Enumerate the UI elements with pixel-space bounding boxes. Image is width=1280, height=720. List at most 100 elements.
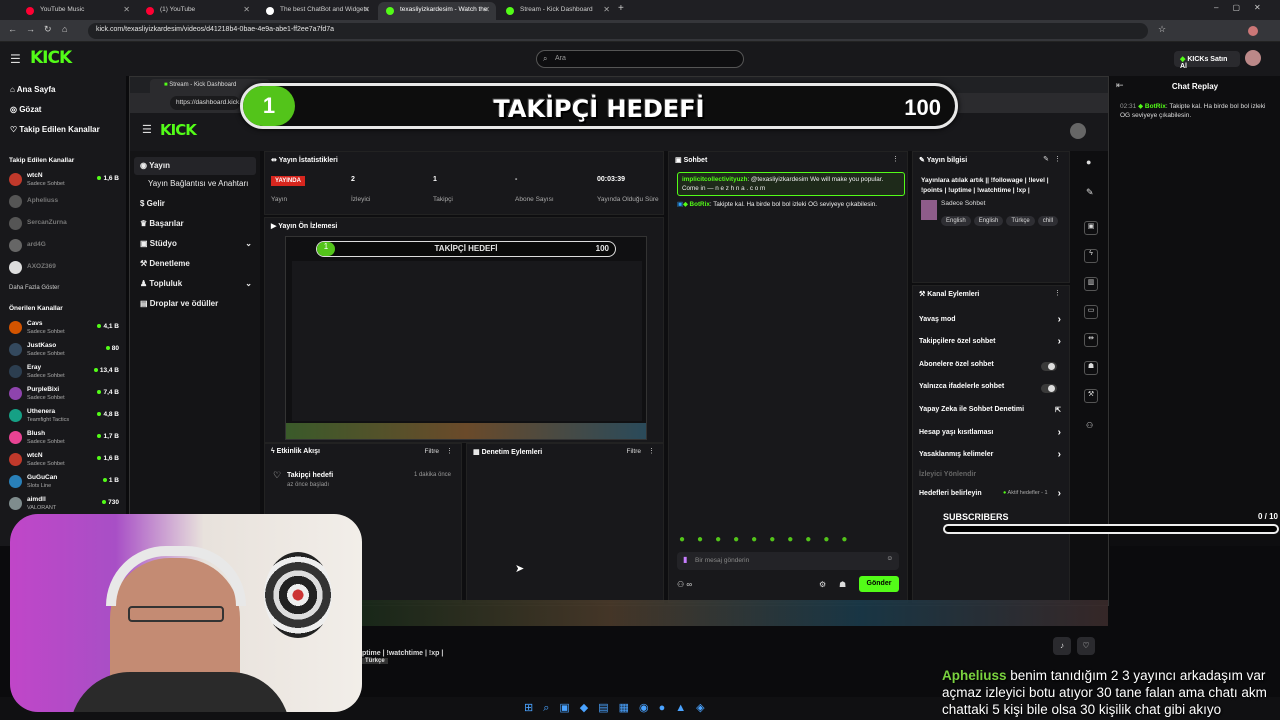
- channel-item[interactable]: Eray Sadece Sohbet 13,4 B: [9, 362, 121, 382]
- back-icon[interactable]: ←: [8, 24, 17, 34]
- browser-tab-active[interactable]: texasliyizkardesim - Watch the ✕: [378, 2, 496, 20]
- channel-item[interactable]: wtcN Sadece Sohbet 1,6 B: [9, 170, 121, 190]
- channel-item[interactable]: aimdll VALORANT 730: [9, 494, 121, 514]
- action-subscribers-only[interactable]: Abonelere özel sohbet: [913, 361, 1067, 383]
- channel-item[interactable]: AXOZ369: [9, 258, 121, 278]
- show-more-link[interactable]: Daha Fazla Göster: [9, 285, 59, 291]
- action-goals[interactable]: Hedefleri belirleyin ● Aktif hedefler - 1…: [913, 488, 1067, 512]
- close-icon[interactable]: ✕: [243, 5, 250, 14]
- bolt-icon[interactable]: ϟ: [1084, 249, 1098, 263]
- toggle-switch[interactable]: [1041, 384, 1057, 393]
- url-field[interactable]: kick.com/texasliyizkardesim/videos/d4121…: [88, 23, 1148, 39]
- filter-button[interactable]: Filtre: [425, 448, 439, 455]
- channel-item[interactable]: SercanZurna: [9, 214, 121, 234]
- nav-studio[interactable]: ▣ Stüdyo ⌄: [140, 239, 252, 248]
- bot-icon[interactable]: ☗: [839, 580, 846, 589]
- browser-tab[interactable]: Stream - Kick Dashboard ✕: [498, 2, 616, 20]
- action-emote-only[interactable]: Yalnızca ifadelerle sohbet: [913, 383, 1067, 405]
- emoji-icon[interactable]: ☺: [886, 555, 893, 562]
- buy-kicks-button[interactable]: ◆ KICKs Satın Al: [1174, 51, 1240, 70]
- channel-item[interactable]: PurpleBixi Sadece Sohbet 7,4 B: [9, 384, 121, 404]
- menu-icon[interactable]: ☰: [142, 123, 152, 136]
- browser-tab[interactable]: The best ChatBot and Widgets ✕: [258, 2, 376, 20]
- action-account-age[interactable]: Hesap yaşı kısıtlaması ›: [913, 427, 1067, 451]
- window-controls-icon[interactable]: –▢✕: [1214, 3, 1275, 12]
- home-icon[interactable]: ⌂: [62, 24, 67, 34]
- sidebar-item-home[interactable]: ⌂ Ana Sayfa: [10, 85, 55, 94]
- channel-item[interactable]: Blush Sadece Sohbet 1,7 B: [9, 428, 121, 448]
- chat-input[interactable]: ▮ Bir mesaj gönderin ☺: [677, 552, 899, 570]
- sidebar-item-following[interactable]: ♡ Takip Edilen Kanallar: [10, 125, 100, 134]
- nav-stream-key[interactable]: Yayın Bağlantısı ve Anahtarı: [148, 179, 248, 188]
- more-icon[interactable]: ⋮: [1054, 289, 1061, 297]
- message-user[interactable]: BotRix: [690, 201, 710, 208]
- tag[interactable]: chill: [1037, 216, 1059, 226]
- nav-achievements[interactable]: ♛ Başarılar: [140, 219, 184, 228]
- close-icon[interactable]: ✕: [603, 5, 610, 14]
- chat-icon[interactable]: ▭: [1084, 305, 1098, 319]
- more-icon[interactable]: ⋮: [892, 155, 899, 163]
- close-icon[interactable]: ✕: [483, 5, 490, 14]
- new-tab-icon[interactable]: +: [618, 3, 624, 14]
- users-icon[interactable]: ⚇ ∞: [677, 580, 692, 589]
- user-avatar[interactable]: [1245, 50, 1261, 66]
- forward-icon[interactable]: →: [26, 24, 35, 34]
- search-input[interactable]: ⌕ Ara: [536, 50, 744, 68]
- action-followers-only[interactable]: Takipçilere özel sohbet ›: [913, 336, 1067, 360]
- reload-icon[interactable]: ↻: [44, 24, 52, 35]
- channel-item[interactable]: GuGuCan Slots Line 1 B: [9, 472, 121, 492]
- filter-button[interactable]: Filtre: [627, 448, 641, 455]
- profile-avatar[interactable]: [1248, 26, 1258, 36]
- send-button[interactable]: Gönder: [859, 576, 899, 592]
- action-banned-words[interactable]: Yasaklanmış kelimeler ›: [913, 449, 1067, 473]
- menu-icon[interactable]: ☰: [10, 52, 21, 66]
- tag[interactable]: Türkçe: [1006, 216, 1035, 226]
- channel-item[interactable]: Uthenera Teamfight Tactics 4,8 B: [9, 406, 121, 426]
- more-icon[interactable]: ⋮: [446, 447, 453, 455]
- channel-item[interactable]: Cavs Sadece Sohbet 4,1 B: [9, 318, 121, 338]
- message-user[interactable]: implicitcollectivityuzh: [682, 176, 747, 183]
- taskbar-apps-icon[interactable]: ⊞⌕▣◆▤▦◉●▲◈: [524, 701, 715, 715]
- close-icon[interactable]: ✕: [123, 5, 130, 14]
- nav-drops[interactable]: ▤ Droplar ve ödüller: [140, 299, 218, 308]
- nav-revenue[interactable]: $ Gelir: [140, 199, 165, 208]
- kick-logo[interactable]: KICK: [30, 48, 72, 68]
- layout-icon[interactable]: ▣: [1084, 221, 1098, 235]
- edit-icon[interactable]: ✎: [1043, 155, 1049, 163]
- user-avatar[interactable]: [1070, 123, 1086, 139]
- bot-icon[interactable]: ☗: [1084, 361, 1098, 375]
- pencil-icon[interactable]: ✎: [1086, 187, 1094, 198]
- channel-item[interactable]: wtcN Sadece Sohbet 1,6 B: [9, 450, 121, 470]
- channel-item[interactable]: Apheliuss: [9, 192, 121, 212]
- toggle-switch[interactable]: [1041, 362, 1057, 371]
- preview-video[interactable]: 1 TAKİPÇİ HEDEFİ 100: [285, 236, 647, 440]
- sidebar-item-browse[interactable]: ◎ Gözat: [10, 105, 41, 114]
- info-icon[interactable]: ●: [1086, 157, 1091, 167]
- settings-icon[interactable]: ⚙: [819, 580, 826, 589]
- channel-item[interactable]: JustKaso Sadece Sohbet 80: [9, 340, 121, 360]
- action-ai-moderation[interactable]: Yapay Zeka ile Sohbet Denetimi ⇱: [913, 406, 1067, 428]
- browser-tab[interactable]: YouTube Music ✕: [18, 2, 136, 20]
- tag[interactable]: English: [973, 216, 1004, 226]
- nav-community[interactable]: ♟ Topluluk ⌄: [140, 279, 252, 288]
- share-icon[interactable]: ⚇: [1086, 421, 1093, 430]
- bell-icon[interactable]: ♪: [1053, 637, 1071, 655]
- nav-stream[interactable]: ◉ Yayın: [134, 157, 256, 175]
- more-icon[interactable]: ⋮: [648, 447, 655, 455]
- star-icon[interactable]: ☆: [1158, 24, 1166, 35]
- channel-item[interactable]: ard4G: [9, 236, 121, 256]
- emote-bar[interactable]: ●●●●●●●●●●: [679, 534, 899, 545]
- action-slow-mode[interactable]: Yavaş mod ›: [913, 314, 1067, 338]
- browser-tab[interactable]: (1) YouTube ✕: [138, 2, 256, 20]
- trash-icon[interactable]: ▥: [1084, 277, 1098, 291]
- nav-moderation[interactable]: ⚒ Denetleme: [140, 259, 190, 268]
- message-user[interactable]: BotRix: [1145, 103, 1166, 110]
- tag[interactable]: English: [941, 216, 971, 226]
- heart-icon[interactable]: ♡: [1077, 637, 1095, 655]
- wrench-icon[interactable]: ⚒: [1084, 389, 1098, 403]
- kick-logo[interactable]: KICK: [160, 121, 197, 139]
- more-icon[interactable]: ⋮: [1054, 155, 1061, 163]
- close-icon[interactable]: ✕: [363, 5, 370, 14]
- sliders-icon[interactable]: ⇹: [1084, 333, 1098, 347]
- inner-url-field[interactable]: https://dashboard.kick.com: [170, 96, 253, 110]
